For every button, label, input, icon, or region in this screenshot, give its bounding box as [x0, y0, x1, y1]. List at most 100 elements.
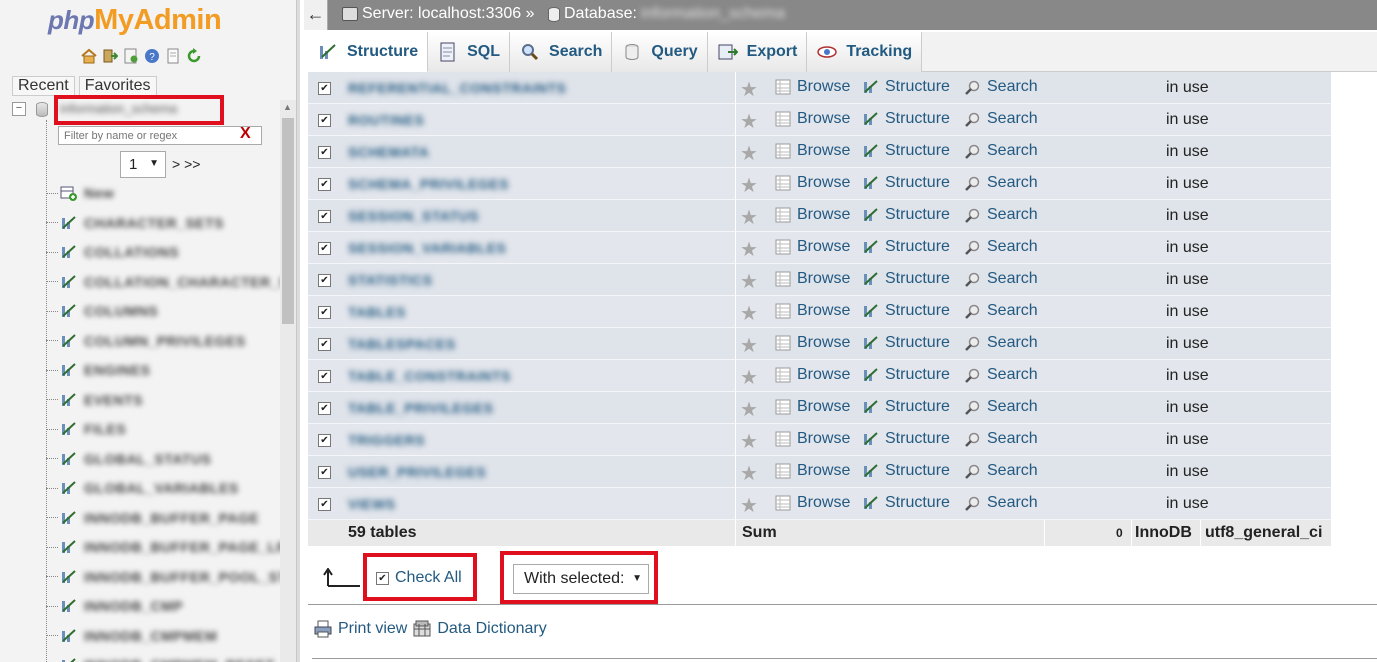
tree-item[interactable]: COLLATIONS — [46, 242, 179, 262]
structure-action[interactable]: Structure — [862, 270, 950, 288]
structure-action[interactable]: Structure — [862, 238, 950, 256]
row-checkbox[interactable]: ✔ — [318, 434, 331, 447]
favorite-star-icon[interactable]: ★ — [740, 493, 758, 518]
tree-item[interactable]: COLLATION_CHARACTER_SET — [46, 272, 300, 292]
table-name-link[interactable]: TABLES — [348, 304, 608, 320]
exit-icon[interactable] — [101, 47, 119, 65]
search-action[interactable]: Search — [964, 78, 1038, 96]
data-dictionary-icon[interactable] — [413, 620, 431, 638]
row-checkbox[interactable]: ✔ — [318, 498, 331, 511]
table-name-link[interactable]: VIEWS — [348, 496, 608, 512]
search-action[interactable]: Search — [964, 174, 1038, 192]
row-checkbox[interactable]: ✔ — [318, 306, 331, 319]
table-name-link[interactable]: SESSION_VARIABLES — [348, 240, 608, 256]
tree-item[interactable]: ENGINES — [46, 360, 151, 380]
favorite-star-icon[interactable]: ★ — [740, 365, 758, 390]
tree-item[interactable]: INNODB_BUFFER_POOL_STATS — [46, 567, 300, 587]
browse-action[interactable]: Browse — [774, 398, 850, 416]
search-action[interactable]: Search — [964, 142, 1038, 160]
tree-item-label[interactable]: INNODB_CMPMEM — [84, 628, 217, 644]
browse-action[interactable]: Browse — [774, 334, 850, 352]
favorite-star-icon[interactable]: ★ — [740, 269, 758, 294]
table-name-link[interactable]: STATISTICS — [348, 272, 608, 288]
browse-action[interactable]: Browse — [774, 302, 850, 320]
table-name-link[interactable]: SCHEMA_PRIVILEGES — [348, 176, 608, 192]
tree-item-label[interactable]: INNODB_BUFFER_POOL_STATS — [84, 569, 300, 585]
tab-structure[interactable]: Structure — [308, 32, 429, 72]
table-name-link[interactable]: TABLE_CONSTRAINTS — [348, 368, 608, 384]
table-name-link[interactable]: SCHEMATA — [348, 144, 608, 160]
favorite-star-icon[interactable]: ★ — [740, 429, 758, 454]
tree-item-label[interactable]: COLUMNS — [84, 303, 158, 319]
favorite-star-icon[interactable]: ★ — [740, 77, 758, 102]
browse-action[interactable]: Browse — [774, 174, 850, 192]
row-checkbox[interactable]: ✔ — [318, 338, 331, 351]
table-structure-icon[interactable] — [60, 598, 78, 614]
table-structure-icon[interactable] — [60, 392, 78, 408]
help-icon[interactable] — [164, 47, 182, 65]
row-checkbox[interactable]: ✔ — [318, 178, 331, 191]
panel-divider[interactable] — [296, 0, 300, 662]
new-table-icon[interactable] — [60, 185, 78, 201]
structure-action[interactable]: Structure — [862, 334, 950, 352]
row-checkbox[interactable]: ✔ — [318, 274, 331, 287]
structure-action[interactable]: Structure — [862, 430, 950, 448]
row-checkbox[interactable]: ✔ — [318, 370, 331, 383]
tree-item-label[interactable]: FILES — [84, 421, 126, 437]
tree-item-label[interactable]: ENGINES — [84, 362, 151, 378]
tree-item-label[interactable]: GLOBAL_VARIABLES — [84, 480, 239, 496]
browse-action[interactable]: Browse — [774, 206, 850, 224]
tree-item[interactable]: COLUMN_PRIVILEGES — [46, 331, 246, 351]
page-next-links[interactable]: > >> — [172, 156, 200, 172]
sql-query-icon[interactable] — [122, 47, 140, 65]
tree-item[interactable]: INNODB_CMPMEM — [46, 626, 217, 646]
nav-scrollbar[interactable]: ▲ — [280, 100, 296, 662]
row-checkbox[interactable]: ✔ — [318, 146, 331, 159]
tree-item[interactable]: INNODB_CMP — [46, 596, 183, 616]
browse-action[interactable]: Browse — [774, 110, 850, 128]
structure-action[interactable]: Structure — [862, 206, 950, 224]
search-action[interactable]: Search — [964, 238, 1038, 256]
tree-item[interactable]: INNODB_BUFFER_PAGE — [46, 508, 259, 528]
breadcrumb-database[interactable]: Database: information_schema — [548, 5, 785, 23]
table-filter-input[interactable] — [58, 126, 262, 145]
row-checkbox[interactable]: ✔ — [318, 402, 331, 415]
tree-item[interactable]: FILES — [46, 419, 126, 439]
table-name-link[interactable]: TABLESPACES — [348, 336, 608, 352]
structure-action[interactable]: Structure — [862, 398, 950, 416]
browse-action[interactable]: Browse — [774, 78, 850, 96]
tree-item-label[interactable]: EVENTS — [84, 392, 143, 408]
tab-sql[interactable]: SQL — [428, 32, 511, 72]
search-action[interactable]: Search — [964, 494, 1038, 512]
table-name-link[interactable]: TABLE_PRIVILEGES — [348, 400, 608, 416]
print-view-link[interactable]: Print view — [338, 620, 407, 638]
structure-action[interactable]: Structure — [862, 302, 950, 320]
browse-action[interactable]: Browse — [774, 142, 850, 160]
tree-item-label[interactable]: New — [84, 185, 114, 201]
row-checkbox[interactable]: ✔ — [318, 466, 331, 479]
search-action[interactable]: Search — [964, 462, 1038, 480]
table-name-link[interactable]: REFERENTIAL_CONSTRAINTS — [348, 80, 608, 96]
tree-item[interactable]: COLUMNS — [46, 301, 158, 321]
tree-item[interactable]: CHARACTER_SETS — [46, 213, 224, 233]
table-structure-icon[interactable] — [60, 510, 78, 526]
favorite-star-icon[interactable]: ★ — [740, 461, 758, 486]
structure-action[interactable]: Structure — [862, 366, 950, 384]
browse-action[interactable]: Browse — [774, 494, 850, 512]
tab-query[interactable]: Query — [612, 32, 708, 72]
tree-item-label[interactable]: INNODB_BUFFER_PAGE_LRU — [84, 539, 298, 555]
favorite-star-icon[interactable]: ★ — [740, 301, 758, 326]
reload-icon[interactable] — [185, 47, 203, 65]
scroll-thumb[interactable] — [282, 118, 294, 324]
tree-item-label[interactable]: INNODB_CMPMEM_RESET — [84, 657, 275, 662]
scroll-up-icon[interactable]: ▲ — [283, 102, 292, 112]
browse-action[interactable]: Browse — [774, 430, 850, 448]
table-structure-icon[interactable] — [60, 539, 78, 555]
table-structure-icon[interactable] — [60, 303, 78, 319]
table-structure-icon[interactable] — [60, 569, 78, 585]
favorite-star-icon[interactable]: ★ — [740, 141, 758, 166]
structure-action[interactable]: Structure — [862, 142, 950, 160]
tree-item[interactable]: GLOBAL_VARIABLES — [46, 478, 239, 498]
page-select[interactable]: 1 ▼ — [120, 151, 166, 178]
tree-item-label[interactable]: COLLATION_CHARACTER_SET — [84, 274, 300, 290]
